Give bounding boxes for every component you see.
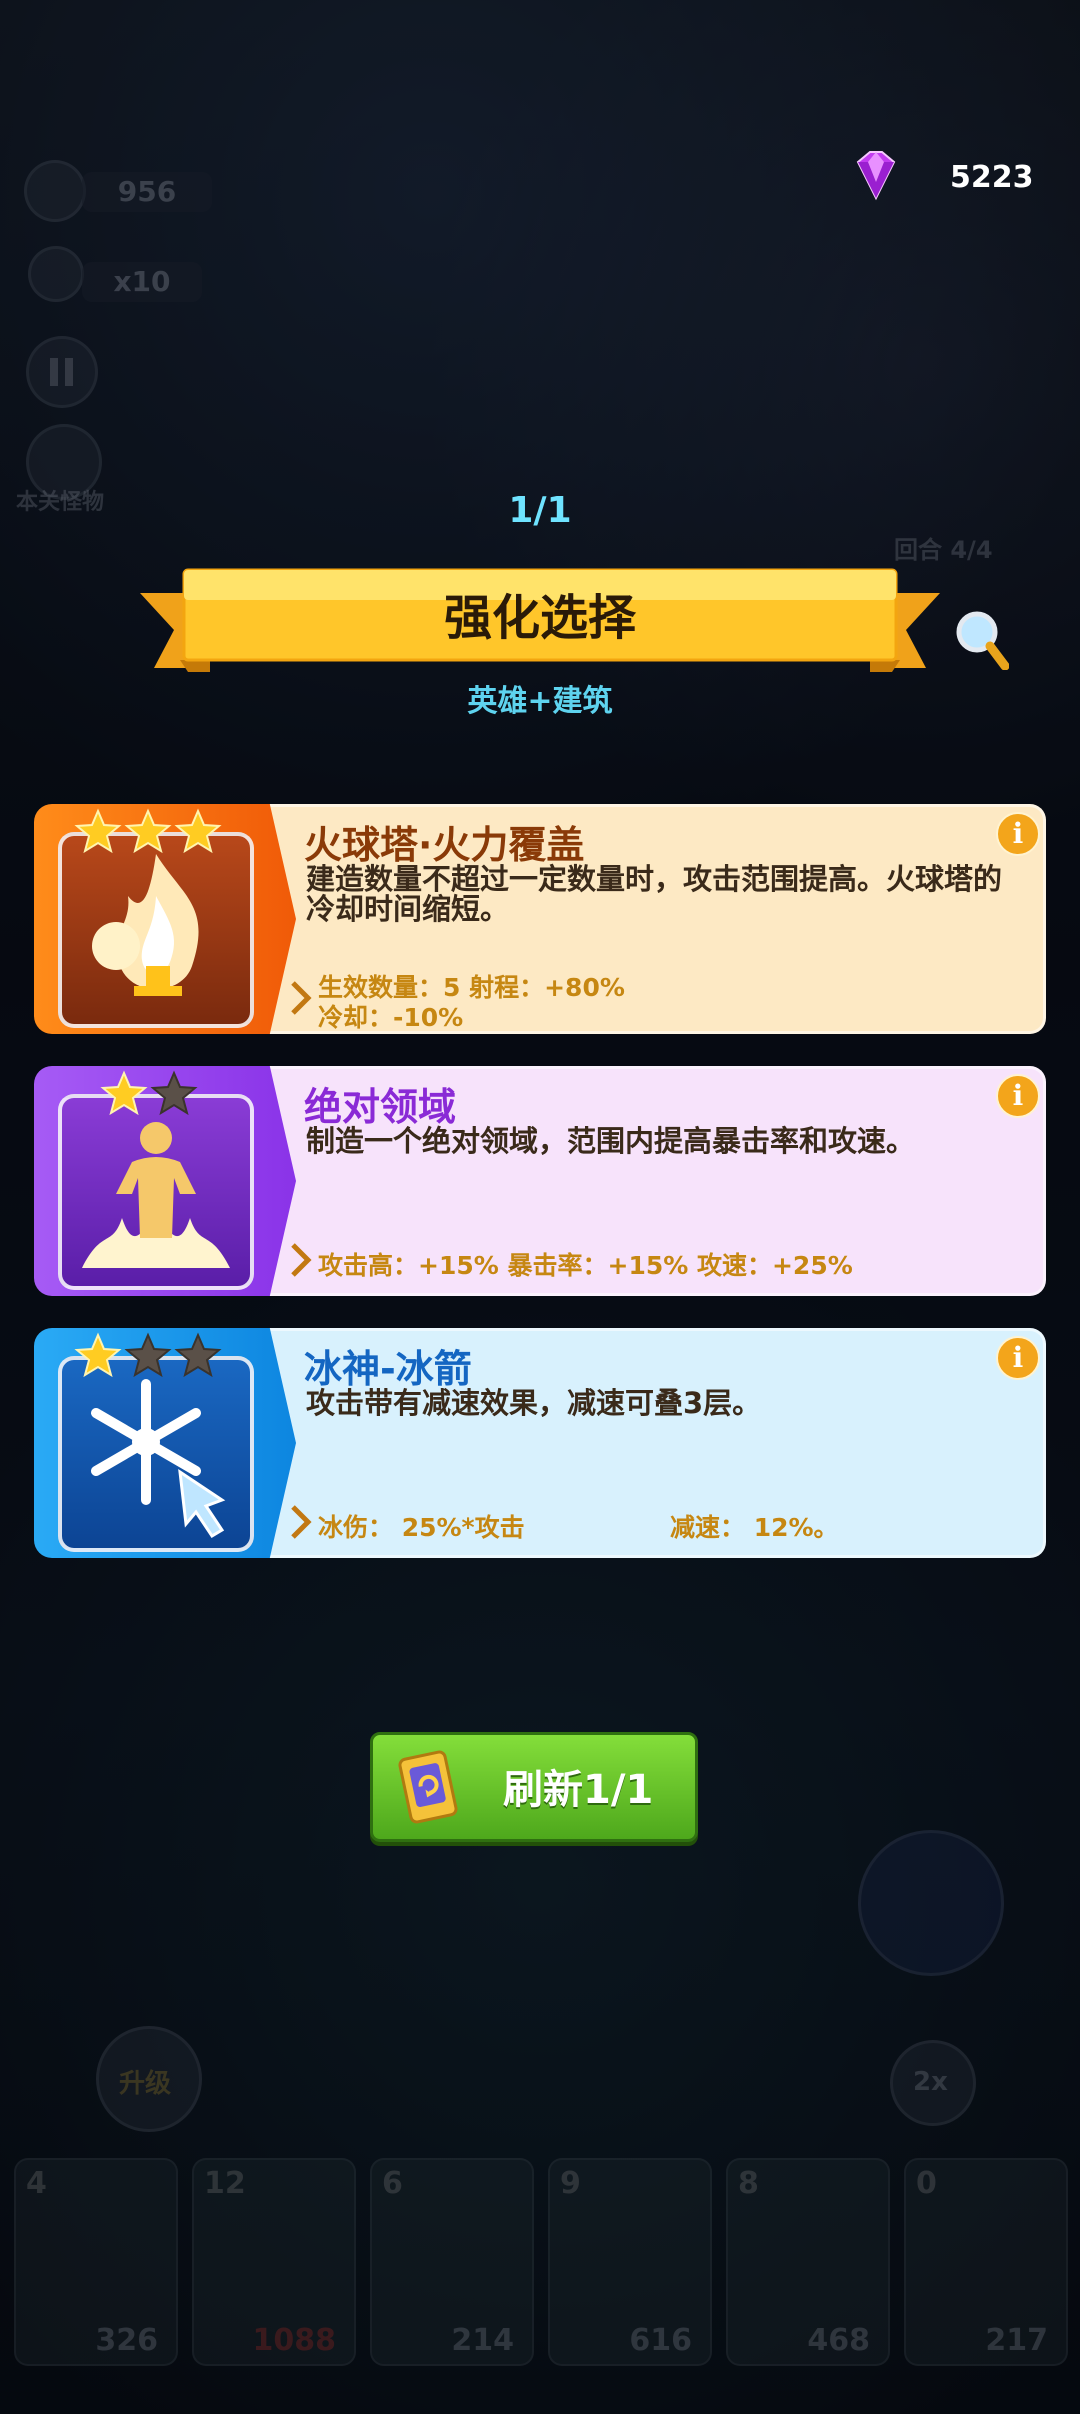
refresh-button[interactable]: 刷新1/1 <box>370 1732 698 1842</box>
info-icon[interactable]: i <box>996 1336 1040 1380</box>
card-description: 攻击带有减速效果，减速可叠3层。 <box>306 1386 762 1420</box>
chevron-right-icon <box>291 1243 312 1277</box>
chevron-right-icon <box>291 1505 312 1539</box>
selection-counter: 1/1 <box>508 490 572 531</box>
ice-arrow-icon <box>58 1356 254 1552</box>
magnifier-icon[interactable] <box>953 608 1009 670</box>
star-filled-icon <box>124 808 172 854</box>
star-filled-icon <box>74 1332 122 1378</box>
card-stat: 冷却：-10% <box>318 1003 464 1032</box>
info-icon[interactable]: i <box>996 1074 1040 1118</box>
star-filled-icon <box>100 1070 148 1116</box>
card-title: 火球塔·火力覆盖 <box>304 823 585 867</box>
selection-subtitle: 英雄+建筑 <box>467 684 613 719</box>
card-description: 制造一个绝对领域，范围内提高暴击率和攻速。 <box>306 1124 916 1158</box>
absolute-domain-icon <box>58 1094 254 1290</box>
card-stars <box>74 808 222 858</box>
upgrade-card-absolute-domain[interactable]: 绝对领域 制造一个绝对领域，范围内提高暴击率和攻速。 攻击高：+15% 暴击率：… <box>34 1066 1046 1296</box>
star-filled-icon <box>74 808 122 854</box>
card-stars <box>74 1332 222 1382</box>
upgrade-card-ice-arrow[interactable]: 冰神-冰箭 攻击带有减速效果，减速可叠3层。 冰伤： 25%*攻击 减速： 12… <box>34 1328 1046 1558</box>
gem-icon <box>856 151 896 201</box>
card-title: 冰神-冰箭 <box>304 1347 472 1391</box>
gem-count: 5223 <box>950 160 1034 195</box>
card-description: 建造数量不超过一定数量时，攻击范围提高。火球塔的冷却时间缩短。 <box>306 862 1003 926</box>
card-stat: 减速： 12%。 <box>670 1513 839 1542</box>
upgrade-card-fireball[interactable]: 火球塔·火力覆盖 建造数量不超过一定数量时，攻击范围提高。火球塔的冷却时间缩短。… <box>34 804 1046 1034</box>
card-stat: 攻击高：+15% 暴击率：+15% 攻速：+25% <box>318 1251 853 1280</box>
star-empty-icon <box>124 1332 172 1378</box>
chevron-right-icon <box>291 981 312 1015</box>
info-icon[interactable]: i <box>996 812 1040 856</box>
star-empty-icon <box>174 1332 222 1378</box>
refresh-ticket-icon <box>398 1750 458 1824</box>
selection-title: 强化选择 <box>443 590 636 646</box>
card-title: 绝对领域 <box>304 1085 457 1129</box>
card-stat: 冰伤： 25%*攻击 <box>318 1513 525 1542</box>
fireball-tower-icon <box>58 832 254 1028</box>
star-filled-icon <box>174 808 222 854</box>
refresh-label: 刷新1/1 <box>503 1767 654 1813</box>
card-stars <box>100 1070 198 1120</box>
star-empty-icon <box>150 1070 198 1116</box>
